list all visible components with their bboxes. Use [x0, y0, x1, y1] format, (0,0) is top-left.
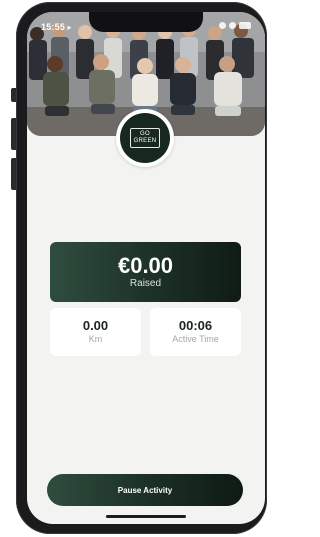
home-indicator[interactable]: [106, 515, 186, 518]
pause-activity-label: Pause Activity: [117, 485, 173, 495]
logo-line-1: GO: [140, 131, 150, 137]
distance-value: 0.00: [82, 318, 109, 333]
location-arrow-icon: ➤: [66, 25, 73, 32]
active-time-card: 00:06 Active Time: [150, 308, 241, 356]
status-time-text: 15:55: [41, 22, 66, 32]
status-time: 15:55➤: [41, 22, 72, 32]
device-notch: [89, 12, 203, 32]
battery-icon: [239, 22, 251, 29]
logo-wordmark: GO GREEN: [129, 128, 161, 148]
pause-activity-button[interactable]: Pause Activity: [47, 474, 243, 506]
wifi-icon: [229, 22, 236, 29]
raised-amount: €0.00: [117, 253, 174, 278]
distance-label: Km: [88, 334, 103, 344]
raised-card: €0.00 Raised: [50, 242, 241, 302]
logo-line-2: GREEN: [133, 138, 157, 144]
logo-badge: GO GREEN: [120, 113, 170, 163]
device-stage: 15:55➤ GO GREEN €0.00 Raised 0.00 Km 00:…: [0, 0, 267, 537]
active-time-value: 00:06: [178, 318, 213, 333]
go-green-logo: GO GREEN: [116, 109, 174, 167]
app-screen: 15:55➤ GO GREEN €0.00 Raised 0.00 Km 00:…: [27, 12, 265, 524]
active-time-label: Active Time: [172, 334, 219, 344]
signal-icon: [219, 22, 226, 29]
status-icons: [219, 22, 251, 29]
raised-label: Raised: [129, 278, 162, 289]
distance-card: 0.00 Km: [50, 308, 141, 356]
